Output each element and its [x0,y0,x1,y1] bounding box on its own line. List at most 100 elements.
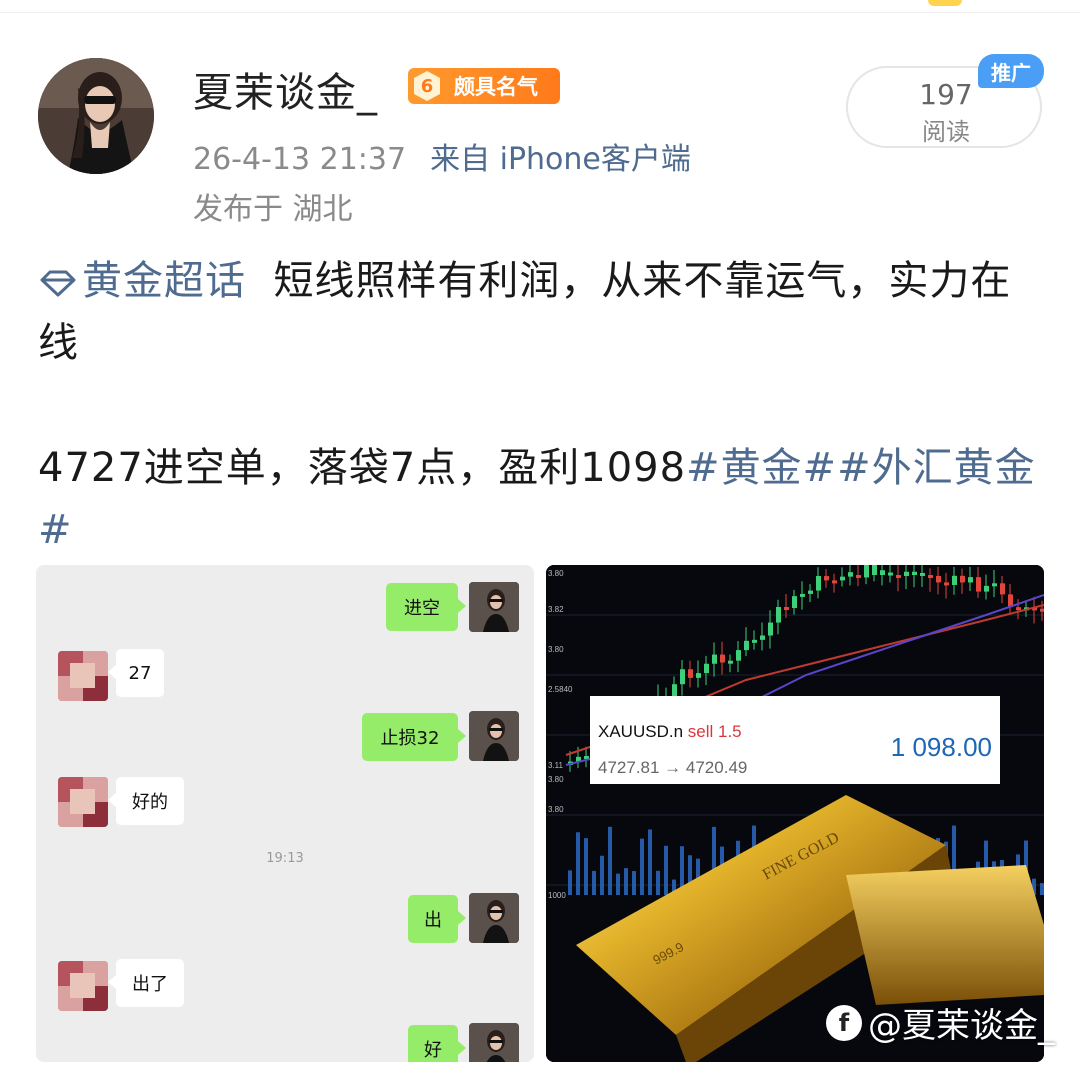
chat-avatar-me [469,893,519,943]
candle-body [888,572,893,576]
volume-bar [592,870,596,895]
candle-body [856,575,861,578]
chat-bubble-them: 好的 [108,777,184,825]
candle-body [1016,607,1021,611]
topic-link[interactable]: 黄金超话 [38,258,246,304]
candle-body [800,593,805,597]
candle-body [744,640,749,651]
trade-result-card: XAUUSD.n sell 1.5 4727.81 → 4720.49 1 09… [590,696,1000,784]
weibo-logo-icon: f [826,1004,862,1041]
candle-body [776,607,781,623]
candle-body [976,577,981,592]
candle-body [904,571,909,577]
candle-body [824,576,829,581]
post-location: 发布于 湖北 [193,192,353,227]
chat-bubble-them: 27 [108,649,164,697]
volume-bar [664,845,668,895]
post-text-2: 4727进空单，落袋7点，盈利1098#黄金##外汇黄金# [38,437,1048,561]
topic-name: 黄金超话 [82,258,246,304]
top-accent [928,0,962,6]
post-meta: 26-4-13 21:37 来自 iPhone客户端 [193,134,691,178]
candle-body [872,565,877,575]
candle-body [960,575,965,583]
chat-timestamp: 19:13 [266,851,304,866]
chat-bubble-me: 进空 [386,583,466,631]
candle-body [736,650,741,661]
trade-side: sell 1.5 [687,722,742,741]
candle-body [864,565,869,578]
post-time: 26-4-13 21:37 [193,142,407,177]
axis-label: 3.80 [548,569,564,578]
volume-bar [640,838,644,895]
candle-body [840,576,845,581]
candle-body [936,575,941,583]
badge-level: 6 [420,75,434,97]
candle-body [712,654,717,664]
axis-label: 3.82 [548,605,564,614]
chat-avatar-them [58,777,108,827]
post-line2: 4727进空单，落袋7点，盈利1098 [38,445,687,491]
candle-body [728,660,733,664]
volume-bar [624,868,628,895]
candle-body [1000,583,1005,595]
chat-avatar-me [469,711,519,761]
axis-label: 2.5840 [548,685,573,694]
candle-body [808,590,813,594]
candle-body [768,622,773,636]
axis-label: 3.80 [548,645,564,654]
candle-body [832,580,837,584]
volume-bar [648,829,652,895]
chat-bubble-them: 出了 [108,959,184,1007]
trade-prices: 4727.81 → 4720.49 [598,758,748,777]
author-name[interactable]: 夏茉谈金_ [193,60,378,118]
trade-symbol: XAUUSD.n [598,722,684,741]
candle-body [912,571,917,575]
axis-label: 1000 [548,891,566,900]
candle-body [720,654,725,663]
fame-badge[interactable]: 6 颇具名气 [408,68,560,104]
volume-bar [1040,883,1044,895]
candle-body [696,673,701,678]
read-label: 阅读 [922,118,970,146]
chat-bubble-me: 出 [408,895,466,943]
volume-bar [576,832,580,895]
axis-label: 3.80 [548,805,564,814]
author-avatar[interactable] [38,58,154,174]
post-source: 来自 iPhone客户端 [430,142,691,177]
candle-body [680,669,685,685]
axis-label: 3.11 [548,761,563,770]
candle-body [896,575,901,578]
candlestick-background: FINE GOLD 999.9 [546,565,1044,1062]
candle-body [880,570,885,575]
candle-body [992,583,997,587]
candle-body [984,585,989,592]
candle-body [928,575,933,578]
promo-tag: 推广 [978,54,1044,88]
chat-avatar-them [58,651,108,701]
candle-body [952,575,957,585]
chat-screenshot-image[interactable]: 进空 27 止损32 好的 19:13 出 出了 好 [36,565,534,1062]
volume-bar [608,826,612,895]
level-badge-icon: 6 [410,69,444,103]
candle-body [760,635,765,640]
chat-avatar-them [58,961,108,1011]
candle-body [816,576,821,591]
diamond-icon [40,270,76,297]
volume-bar [656,870,660,895]
candle-body [968,577,973,583]
candle-body [752,639,757,643]
candle-body [704,663,709,674]
candle-body [944,582,949,586]
candle-body [848,572,853,577]
chat-bubble-me: 止损32 [362,713,466,761]
volume-bar [632,871,636,895]
watermark: f @夏茉谈金_ [826,998,1055,1047]
trade-profit: 1 098.00 [890,732,992,762]
volume-bar [600,855,604,895]
volume-bar [616,873,620,895]
candle-body [1040,608,1044,612]
volume-bar [568,870,572,895]
candle-body [784,607,789,611]
gold-trade-image[interactable]: FINE GOLD 999.9 3.80 3.82 3.80 2.5840 3.… [546,565,1044,1062]
candle-body [792,596,797,608]
